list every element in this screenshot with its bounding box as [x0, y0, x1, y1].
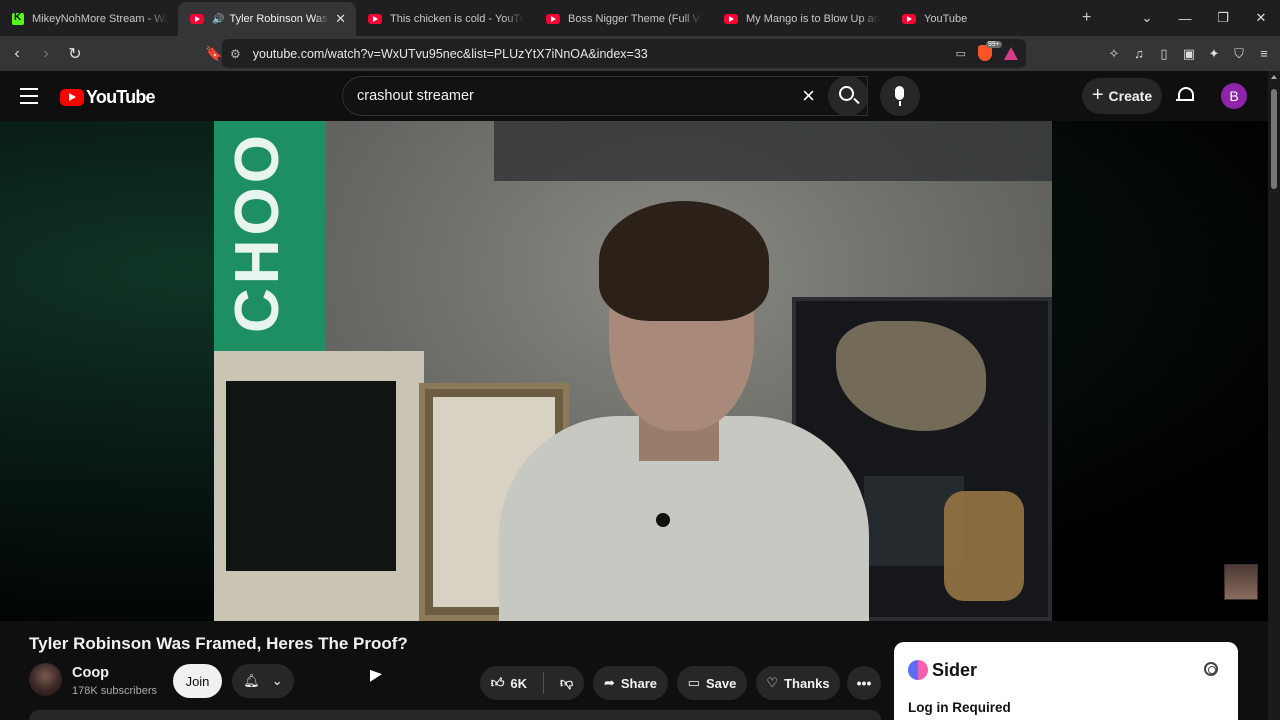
scroll-up-icon[interactable] [1271, 75, 1277, 79]
speaker-icon[interactable]: 🔊 [212, 14, 224, 25]
youtube-icon [546, 14, 560, 24]
sider-panel: Sider Log in Required [894, 642, 1238, 720]
minimize-icon[interactable]: — [1166, 11, 1204, 26]
menu-icon[interactable]: ≡ [1256, 46, 1272, 61]
leo-icon[interactable]: ✦ [1206, 46, 1222, 62]
like-icon[interactable]: 👍︎ [491, 675, 505, 691]
divider [543, 672, 544, 694]
browser-tab[interactable]: This chicken is cold - YouTube [356, 2, 534, 36]
chevron-down-icon: ⌄ [271, 673, 283, 688]
search-button[interactable] [828, 76, 868, 116]
sider-logo-icon [908, 660, 928, 680]
thanks-icon: ♡ [766, 675, 779, 690]
youtube-icon [190, 14, 204, 24]
browser-tab-bar: MikeyNohMore Stream - Watch 🔊 Tyler Robi… [0, 0, 1280, 36]
save-bookmark-icon: ▭ [687, 675, 700, 690]
cast-icon[interactable]: ▭ [956, 47, 966, 60]
close-tab-icon[interactable]: ✕ [335, 11, 346, 27]
channel-watermark[interactable] [1224, 564, 1258, 600]
crt-monitor [214, 351, 424, 621]
youtube-header: YouTube crashout streamer × + Create B [0, 71, 1280, 121]
music-icon[interactable]: ♫ [1131, 46, 1147, 61]
like-dislike-group: 👍︎ 6K 👎︎ [480, 666, 584, 700]
youtube-play-icon [60, 89, 84, 106]
search-input[interactable]: crashout streamer × [342, 76, 868, 116]
channel-avatar[interactable] [29, 663, 62, 696]
browser-tab[interactable]: Boss Nigger Theme (Full Version [534, 2, 712, 36]
brave-rewards-icon[interactable] [1004, 46, 1018, 60]
like-count[interactable]: 6K [510, 676, 527, 691]
thanks-button[interactable]: ♡ Thanks [756, 666, 840, 700]
hamburger-menu-icon[interactable] [20, 88, 38, 109]
video-frame[interactable]: CHOO [214, 121, 1052, 621]
more-icon: ••• [856, 675, 872, 691]
subscribe-bell-button[interactable]: 🔔︎ ⌄ [232, 664, 294, 698]
extensions-area: ✧ ♫ ▯ ▣ ✦ ⛉ ≡ [1106, 36, 1272, 71]
lapel-mic [656, 513, 670, 527]
window-controls: ⌄ — ❐ ✕ [1128, 0, 1280, 36]
plus-icon: + [1091, 83, 1104, 106]
browser-tab-active[interactable]: 🔊 Tyler Robinson Was Framed ✕ [178, 2, 356, 36]
browser-tab[interactable]: MikeyNohMore Stream - Watch [0, 2, 178, 36]
description-box[interactable] [29, 710, 881, 720]
person-hair [599, 201, 769, 321]
sidebar-icon[interactable]: ▯ [1156, 46, 1172, 62]
new-tab-icon[interactable]: + [1082, 9, 1091, 27]
bell-icon: 🔔︎ [243, 673, 260, 688]
green-banner: CHOO [214, 121, 326, 361]
save-button[interactable]: ▭ Save [677, 666, 747, 700]
join-button[interactable]: Join [173, 664, 222, 698]
bookmark-icon[interactable]: 🔖 [205, 45, 222, 62]
video-player[interactable]: CHOO [0, 121, 1268, 621]
tab-search-icon[interactable]: ⌄ [1128, 10, 1166, 26]
kick-icon [12, 12, 24, 25]
more-actions-button[interactable]: ••• [847, 666, 881, 700]
site-info-icon[interactable]: ⚙ [230, 47, 241, 61]
extensions-icon[interactable]: ✧ [1106, 46, 1122, 62]
youtube-icon [902, 14, 916, 24]
scrollbar-thumb[interactable] [1271, 89, 1277, 189]
url-text[interactable]: youtube.com/watch?v=WxUTvu95nec&list=PLU… [253, 47, 648, 61]
share-icon: ➦ [603, 675, 615, 690]
video-title: Tyler Robinson Was Framed, Heres The Pro… [29, 634, 408, 653]
brave-shields-icon[interactable]: 99+ [978, 41, 1002, 61]
sider-title: Sider [932, 660, 978, 680]
share-button[interactable]: ➦ Share [593, 666, 668, 700]
create-button[interactable]: + Create [1082, 78, 1162, 114]
browser-tab[interactable]: YouTube [890, 2, 1068, 36]
forward-icon[interactable]: › [34, 45, 58, 63]
browser-toolbar: ‹ › ↻ 🔖 ⚙ youtube.com/watch?v=WxUTvu95ne… [0, 36, 1280, 71]
login-required-text: Log in Required [908, 700, 1011, 715]
clear-search-icon[interactable]: × [802, 83, 815, 109]
reload-icon[interactable]: ↻ [63, 44, 87, 64]
voice-search-button[interactable] [880, 76, 920, 116]
browser-tab[interactable]: My Mango is to Blow Up and T [712, 2, 890, 36]
search-icon [839, 86, 854, 101]
dislike-icon[interactable]: 👎︎ [560, 675, 573, 691]
restore-icon[interactable]: ❐ [1204, 10, 1242, 26]
address-bar[interactable]: ⚙ youtube.com/watch?v=WxUTvu95nec&list=P… [222, 39, 1026, 68]
channel-name[interactable]: Coop [72, 665, 109, 681]
hand-sign [944, 491, 1024, 601]
vpn-icon[interactable]: ⛉ [1231, 46, 1247, 62]
back-icon[interactable]: ‹ [5, 45, 29, 63]
youtube-logo[interactable]: YouTube [60, 87, 156, 108]
sider-settings-icon[interactable] [1204, 662, 1218, 676]
close-window-icon[interactable]: ✕ [1242, 10, 1280, 26]
page-scrollbar[interactable] [1268, 71, 1280, 720]
subscriber-count: 178K subscribers [72, 685, 157, 697]
account-avatar[interactable]: B [1221, 83, 1247, 109]
wallet-icon[interactable]: ▣ [1181, 46, 1197, 62]
notifications-bell-icon[interactable] [1176, 86, 1194, 104]
wall-flag [494, 121, 1052, 181]
youtube-icon [368, 14, 382, 24]
youtube-icon [724, 14, 738, 24]
